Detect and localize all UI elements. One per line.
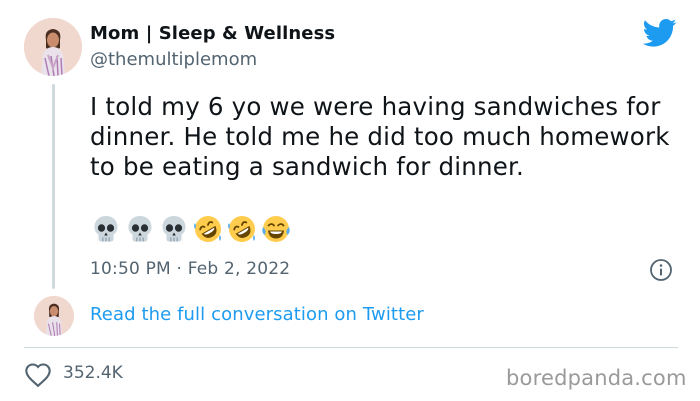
skull-emoji (90, 213, 122, 245)
author-avatar[interactable] (24, 18, 82, 76)
face-with-tears-of-joy-emoji (260, 213, 292, 245)
footer-divider (24, 347, 678, 348)
conversation-avatar[interactable] (34, 296, 74, 336)
author-handle[interactable]: @themultiplemom (90, 49, 257, 70)
info-icon[interactable] (649, 258, 673, 282)
rolling-on-floor-laughing-emoji (226, 213, 258, 245)
thread-connector-line (52, 84, 55, 289)
skull-emoji (158, 213, 190, 245)
tweet-body-text: I told my 6 yo we were having sandwiches… (90, 92, 670, 181)
boredpanda-watermark: boredpanda.com (506, 366, 687, 390)
skull-emoji (124, 213, 156, 245)
heart-icon[interactable] (24, 362, 52, 388)
like-count: 352.4K (63, 363, 123, 383)
author-display-name[interactable]: Mom | Sleep & Wellness (90, 23, 335, 44)
tweet-timestamp[interactable]: 10:50 PM · Feb 2, 2022 (90, 259, 290, 279)
read-full-conversation-link[interactable]: Read the full conversation on Twitter (90, 304, 424, 325)
twitter-bird-icon[interactable] (643, 18, 677, 48)
tweet-emoji-row (90, 213, 292, 245)
rolling-on-floor-laughing-emoji (192, 213, 224, 245)
